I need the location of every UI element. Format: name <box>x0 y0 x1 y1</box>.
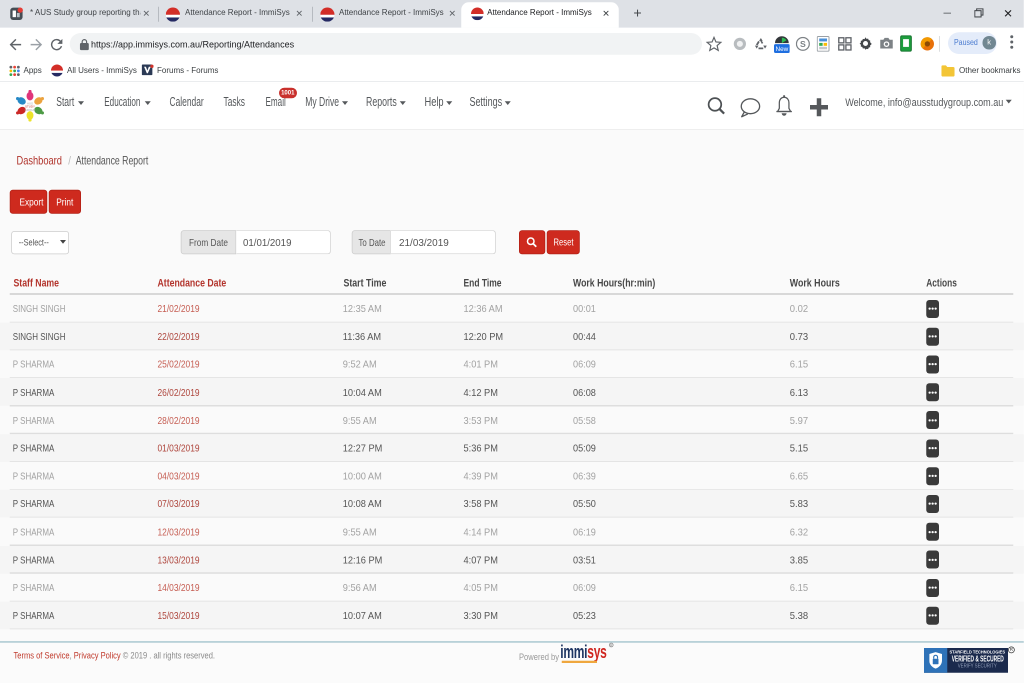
svg-text:GROUP: GROUP <box>24 108 35 112</box>
svg-text:New: New <box>775 46 788 53</box>
svg-text:S: S <box>800 39 806 49</box>
